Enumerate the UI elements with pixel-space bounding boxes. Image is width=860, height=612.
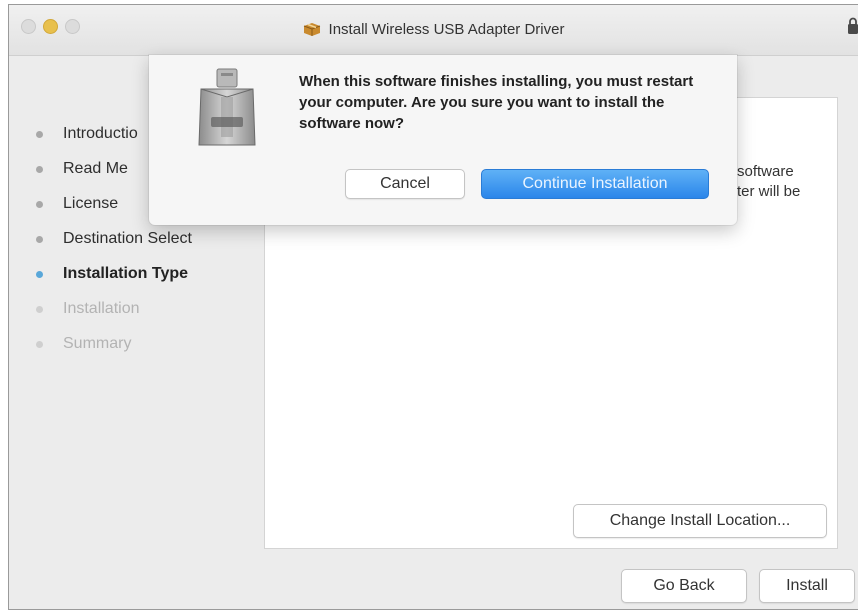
lock-icon[interactable] bbox=[848, 17, 858, 40]
panel-description: software ter will be bbox=[737, 162, 837, 202]
step-bullet-icon bbox=[36, 341, 43, 348]
installer-box-icon bbox=[195, 67, 259, 152]
dialog-message: When this software finishes installing, … bbox=[299, 73, 694, 132]
restart-confirmation-dialog: When this software finishes installing, … bbox=[149, 55, 737, 225]
install-button[interactable]: Install bbox=[759, 569, 855, 603]
step-installation: Installation bbox=[29, 298, 192, 333]
package-installer-icon bbox=[303, 21, 321, 41]
step-bullet-icon bbox=[36, 131, 43, 138]
step-bullet-icon bbox=[36, 236, 43, 243]
panel-text-line: ter will be bbox=[737, 183, 801, 200]
step-label: Installation Type bbox=[63, 265, 189, 282]
cancel-button[interactable]: Cancel bbox=[345, 169, 465, 199]
window-title-wrap: Install Wireless USB Adapter Driver bbox=[9, 21, 858, 41]
step-bullet-icon bbox=[36, 306, 43, 313]
step-label: Read Me bbox=[63, 160, 128, 177]
change-install-location-button[interactable]: Change Install Location... bbox=[573, 504, 827, 538]
step-bullet-icon bbox=[36, 201, 43, 208]
step-label: Introductio bbox=[63, 125, 138, 142]
installer-window: Install Wireless USB Adapter Driver Intr… bbox=[8, 4, 858, 610]
step-bullet-icon bbox=[36, 166, 43, 173]
go-back-button[interactable]: Go Back bbox=[621, 569, 747, 603]
step-label: Installation bbox=[63, 300, 140, 317]
continue-installation-button[interactable]: Continue Installation bbox=[481, 169, 709, 199]
step-label: License bbox=[63, 195, 119, 212]
step-label: Destination Select bbox=[63, 230, 192, 247]
step-label: Summary bbox=[63, 335, 132, 352]
step-destination-select: Destination Select bbox=[29, 228, 192, 263]
step-summary: Summary bbox=[29, 333, 192, 368]
panel-text-line: software bbox=[737, 163, 794, 180]
window-title: Install Wireless USB Adapter Driver bbox=[328, 21, 565, 38]
title-bar[interactable]: Install Wireless USB Adapter Driver bbox=[9, 5, 858, 56]
step-bullet-icon bbox=[36, 271, 43, 278]
step-installation-type: Installation Type bbox=[29, 263, 192, 298]
